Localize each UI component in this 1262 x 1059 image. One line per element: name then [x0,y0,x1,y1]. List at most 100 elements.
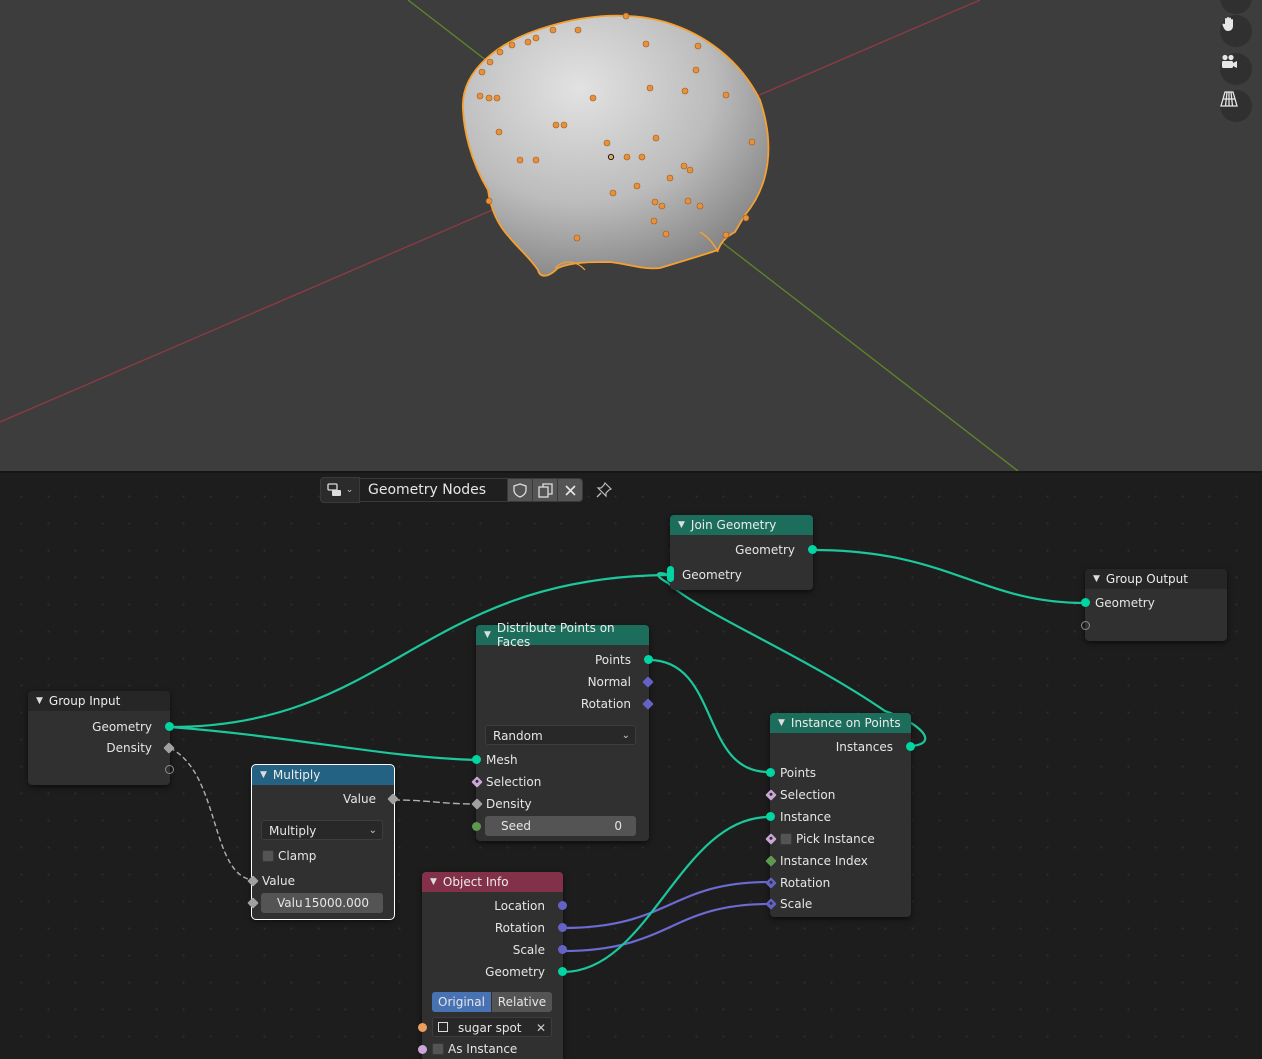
chevron-down-icon[interactable]: ▼ [778,718,785,728]
pick-instance-checkbox[interactable] [780,833,792,845]
chevron-down-icon[interactable]: ▼ [430,877,437,887]
object-selector[interactable]: sugar spot ✕ [432,1017,552,1037]
input-socket-geometry[interactable] [1081,598,1090,607]
node-tree-icon [327,483,341,496]
toggle-relative[interactable]: Relative [492,992,552,1012]
input-socket-as-instance[interactable] [418,1045,427,1054]
hand-pan-icon[interactable] [1220,15,1252,47]
output-socket-location[interactable] [558,901,567,910]
input-socket-seed[interactable] [472,822,481,831]
socket-row-location: Location [422,896,567,916]
socket-row-seed: Seed 0 [472,816,649,836]
output-socket-scale[interactable] [558,945,567,954]
node-distribute-points-on-faces[interactable]: ▼ Distribute Points on Faces Points Norma… [471,621,654,841]
socket-row-geometry-in: Geometry [667,565,813,585]
output-socket-geometry[interactable] [558,967,567,976]
duplicate-button[interactable] [533,478,558,502]
node-join-geometry[interactable]: ▼ Join Geometry Geometry Geometry [667,515,817,590]
duplicate-icon [537,482,553,498]
clear-icon[interactable]: ✕ [536,1018,546,1038]
chevron-down-icon: ⌄ [345,485,354,495]
socket-row-selection: Selection [471,772,649,792]
input-socket-mesh[interactable] [472,755,481,764]
socket-row-geometry: Geometry [422,962,567,982]
node-group-input[interactable]: ▼ Group Input Geometry Density [28,691,175,785]
fake-user-button[interactable] [508,478,533,502]
socket-row-instance-index: Instance Index [765,851,911,871]
socket-row-mesh: Mesh [472,750,649,770]
chevron-down-icon[interactable]: ▼ [1093,574,1100,584]
shield-icon [513,482,527,498]
socket-row-geometry: Geometry [28,717,174,737]
node-header[interactable]: ▼ Group Output [1085,569,1227,589]
socket-row-value-out: Value [252,789,399,809]
output-socket-geometry[interactable] [165,722,174,731]
input-socket-instance[interactable] [766,812,775,821]
seed-number-field[interactable]: Seed 0 [485,816,636,836]
link-multiply-to-density [392,799,477,805]
link-density-to-value [169,747,253,881]
input-socket-geometry-multi[interactable] [667,566,674,582]
grid-perspective-icon[interactable] [1220,90,1252,122]
socket-row-geometry-out: Geometry [670,540,817,560]
node-multiply[interactable]: ▼ Multiply Value Multiply ⌄ Clamp Value Va… [247,764,399,920]
socket-row-rotation: Rotation [765,873,911,893]
value-number-field[interactable]: Valu 15000.000 [261,893,383,913]
node-header[interactable]: ▼ Object Info [422,872,563,892]
socket-row-scale: Scale [422,940,567,960]
output-socket-instances[interactable] [906,742,915,751]
link-group-input-to-mesh [169,725,477,762]
3d-viewport[interactable] [0,0,1262,471]
viewport-scene [0,0,1019,471]
chevron-down-icon: ⌄ [368,825,377,836]
node-header[interactable]: ▼ Multiply [252,765,394,785]
as-instance-checkbox[interactable] [432,1043,444,1055]
clamp-checkbox[interactable] [262,850,274,862]
output-socket-geometry[interactable] [808,545,817,554]
socket-row-rotation: Rotation [476,694,654,714]
geometry-node-editor[interactable]: ⌄ Geometry Nodes ▼ Group Input Geometry D… [0,473,1262,1059]
pin-icon [596,482,612,498]
link-join-to-output [812,548,1086,605]
camera-icon[interactable] [1220,53,1252,85]
chevron-down-icon[interactable]: ▼ [678,520,685,530]
socket-row-value-in: Value [247,871,394,891]
socket-row-selection: Selection [765,785,911,805]
socket-row-pick-instance: Pick Instance [765,829,911,849]
socket-row-normal: Normal [476,672,654,692]
node-group-output[interactable]: ▼ Group Output Geometry [1081,569,1227,641]
node-header[interactable]: ▼ Join Geometry [670,515,813,535]
socket-row-geometry-in: Geometry [1081,593,1227,613]
link-points-to-points [648,658,770,774]
socket-row-rotation: Rotation [422,918,567,938]
distribute-method-dropdown[interactable]: Random ⌄ [485,725,636,745]
chevron-down-icon[interactable]: ▼ [36,696,43,706]
node-header[interactable]: ▼ Distribute Points on Faces [476,621,649,649]
chevron-down-icon[interactable]: ▼ [260,770,267,780]
operation-dropdown[interactable]: Multiply ⌄ [261,820,383,840]
socket-row-object: sugar spot ✕ [418,1017,563,1037]
output-socket-empty[interactable] [165,765,174,774]
output-socket-points[interactable] [644,655,653,664]
editor-type-dropdown[interactable]: ⌄ [320,477,360,503]
node-object-info[interactable]: ▼ Object Info Location Rotation Scale Geo… [418,872,567,1059]
node-header[interactable]: ▼ Group Input [28,691,170,711]
input-socket-object[interactable] [418,1023,427,1032]
output-socket-rotation[interactable] [558,923,567,932]
input-socket-points[interactable] [766,768,775,777]
socket-row-density: Density [471,794,649,814]
toggle-original[interactable]: Original [432,992,491,1012]
node-header[interactable]: ▼ Instance on Points [770,713,911,733]
chevron-down-icon[interactable]: ▼ [484,630,491,640]
node-tree-name-field[interactable]: Geometry Nodes [360,478,508,502]
socket-row-value-field: Valu 15000.000 [247,893,394,913]
node-editor-header: ⌄ Geometry Nodes [320,477,615,503]
clamp-row: Clamp [252,846,394,866]
node-instance-on-points[interactable]: ▼ Instance on Points Instances Points Sel… [765,713,915,917]
socket-row-points: Points [476,650,653,670]
pin-button[interactable] [593,479,615,501]
unlink-button[interactable] [558,478,583,502]
socket-row-as-instance: As Instance [418,1039,563,1059]
socket-row-scale: Scale [765,894,911,914]
input-socket-empty[interactable] [1081,621,1090,630]
